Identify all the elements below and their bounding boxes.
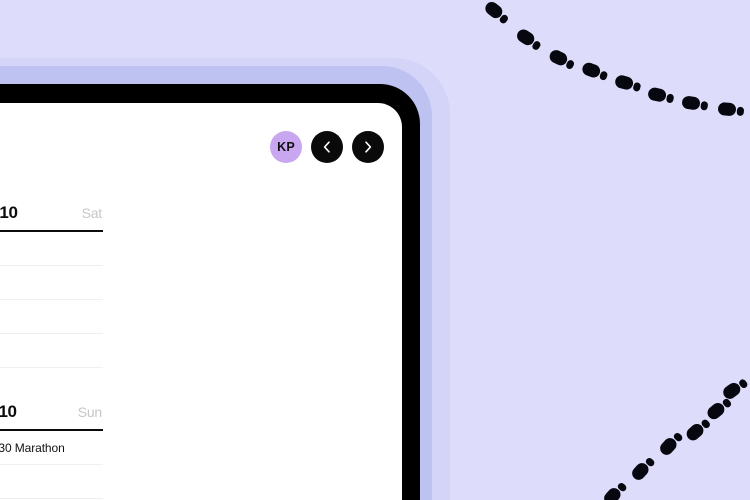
footprint-icon (683, 416, 712, 444)
footprint-icon (601, 479, 628, 500)
day-slot-list (0, 232, 103, 368)
day-column: 10.10 Sat 11.10 Sun 09:30 Marathon (0, 203, 103, 500)
time-slot[interactable] (0, 465, 103, 499)
calendar-event[interactable]: 09:30 Marathon (0, 431, 103, 455)
day-weekday: Sat (81, 205, 103, 221)
day-header[interactable]: 10.10 Sat (0, 203, 103, 230)
footprint-icon (514, 26, 544, 52)
calendar-grid: 08.10Thu09.10Fri10.10Sat11.10Sun09:30 Ma… (0, 203, 402, 500)
footprint-icon (613, 73, 642, 93)
app-header: KP (270, 131, 384, 163)
day-slot-list: 09:30 Marathon (0, 431, 103, 499)
footprint-icon (704, 395, 733, 422)
day-date: 10.10 (0, 203, 18, 222)
time-slot[interactable] (0, 334, 103, 368)
time-slot[interactable]: 09:30 Marathon (0, 431, 103, 465)
footprint-icon (580, 60, 610, 82)
next-week-button[interactable] (352, 131, 384, 163)
footprint-icon (482, 0, 511, 26)
footprint-icon (646, 86, 675, 104)
day-header[interactable]: 11.10 Sun (0, 402, 103, 429)
time-slot[interactable] (0, 232, 103, 266)
footprint-icon (547, 47, 576, 71)
time-slot[interactable] (0, 300, 103, 334)
footprint-icon (717, 101, 745, 117)
screenshot-canvas: KP 08.10Thu09.1 (0, 0, 750, 500)
chevron-left-icon (320, 140, 334, 154)
avatar[interactable]: KP (270, 131, 302, 163)
footprint-icon (681, 95, 709, 111)
prev-week-button[interactable] (311, 131, 343, 163)
chevron-right-icon (361, 140, 375, 154)
footprint-icon (720, 376, 750, 402)
day-weekday: Sun (77, 404, 103, 420)
footprint-icon (657, 429, 684, 458)
day-date: 11.10 (0, 402, 17, 421)
column-spacer (0, 368, 103, 402)
time-slot[interactable] (0, 266, 103, 300)
tablet-device-frame: KP 08.10Thu09.1 (0, 84, 420, 500)
footprint-icon (629, 454, 656, 483)
tablet-screen: KP 08.10Thu09.1 (0, 103, 402, 500)
